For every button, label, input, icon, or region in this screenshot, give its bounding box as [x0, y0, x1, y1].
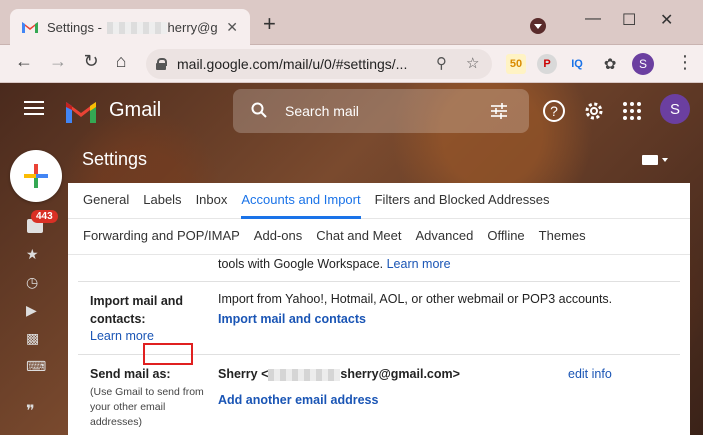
- pinterest-icon[interactable]: P: [537, 54, 557, 74]
- compose-button[interactable]: [10, 150, 62, 202]
- gmail-logo-text: Gmail: [109, 99, 162, 121]
- tab-forwarding-and-pop-imap[interactable]: Forwarding and POP/IMAP: [83, 219, 240, 255]
- apps-grid-icon[interactable]: [620, 99, 644, 123]
- address-bar[interactable]: mail.google.com/mail/u/0/#settings/... ⚲…: [146, 49, 492, 79]
- settings-tabs-row-2: Forwarding and POP/IMAP Add-ons Chat and…: [68, 219, 690, 255]
- edit-info-link[interactable]: edit info: [568, 367, 612, 381]
- sender-email: sherry@gmail.com>: [340, 367, 460, 381]
- svg-text:?: ?: [550, 103, 558, 119]
- meet-video-icon[interactable]: ▩: [26, 330, 44, 346]
- tab-title-prefix: Settings -: [47, 19, 106, 35]
- snoozed-icon[interactable]: ◷: [26, 274, 44, 290]
- tab-accounts-and-import[interactable]: Accounts and Import: [241, 183, 361, 219]
- browser-toolbar: ← → ↻ ⌂ mail.google.com/mail/u/0/#settin…: [0, 45, 703, 83]
- tab-themes[interactable]: Themes: [539, 219, 586, 255]
- new-tab-button[interactable]: +: [263, 13, 276, 35]
- page-title: Settings: [82, 149, 148, 169]
- import-learn-more-link[interactable]: Learn more: [90, 329, 154, 343]
- tab-add-ons[interactable]: Add-ons: [254, 219, 302, 255]
- close-window-icon[interactable]: ✕: [660, 10, 673, 30]
- redacted-text: [106, 22, 167, 35]
- bookmark-star-icon[interactable]: ☆: [466, 54, 479, 72]
- tab-inbox[interactable]: Inbox: [196, 183, 228, 219]
- gmail-favicon-icon: [22, 22, 38, 33]
- extension-honey-icon[interactable]: 50: [506, 54, 526, 74]
- sent-icon[interactable]: ▶: [26, 302, 44, 318]
- tab-general[interactable]: General: [83, 183, 129, 219]
- send-mail-as-label: Send mail as:: [90, 367, 171, 381]
- tab-title: Settings - herry@g: [47, 20, 218, 35]
- settings-gear-icon[interactable]: [582, 99, 606, 123]
- zoom-icon[interactable]: ⚲: [436, 54, 447, 72]
- help-icon[interactable]: ?: [542, 99, 566, 123]
- url-text: mail.google.com/mail/u/0/#settings/...: [177, 56, 408, 72]
- main-menu-icon[interactable]: [24, 101, 44, 115]
- close-tab-icon[interactable]: ✕: [226, 19, 238, 36]
- reload-icon[interactable]: ↻: [78, 51, 104, 72]
- highlight-box: [143, 343, 193, 365]
- email-bracket: <: [257, 367, 269, 381]
- workspace-text: tools with Google Workspace.: [218, 257, 384, 271]
- tab-advanced[interactable]: Advanced: [416, 219, 474, 255]
- sender-name: Sherry: [218, 367, 258, 381]
- tab-title-suffix: herry@g: [167, 19, 218, 35]
- search-options-icon[interactable]: [490, 103, 508, 119]
- browser-tab-strip: Settings - herry@g ✕ + — ☐ ✕: [0, 0, 703, 45]
- search-input[interactable]: Search mail: [285, 103, 359, 119]
- send-as-identity: Sherry < sherry@gmail.com>: [218, 367, 460, 381]
- keyboard-icon[interactable]: ⌨: [26, 358, 46, 374]
- import-description: Import from Yahoo!, Hotmail, AOL, or oth…: [218, 292, 613, 306]
- back-icon[interactable]: ←: [11, 51, 37, 72]
- input-tools-icon[interactable]: [642, 155, 668, 165]
- workspace-row: tools with Google Workspace. Learn more: [218, 257, 451, 271]
- extension-iq-icon[interactable]: IQ: [567, 54, 587, 74]
- settings-tabs-row-1: General Labels Inbox Accounts and Import…: [68, 183, 690, 219]
- tab-offline[interactable]: Offline: [487, 219, 524, 255]
- hangouts-icon[interactable]: ❞: [26, 401, 44, 420]
- search-icon[interactable]: [251, 102, 267, 118]
- account-avatar[interactable]: S: [660, 94, 690, 124]
- tab-chat-and-meet[interactable]: Chat and Meet: [316, 219, 401, 255]
- tab-labels[interactable]: Labels: [143, 183, 181, 219]
- minimize-icon[interactable]: —: [585, 10, 601, 28]
- starred-icon[interactable]: ★: [26, 246, 44, 262]
- settings-panel: General Labels Inbox Accounts and Import…: [68, 183, 690, 435]
- home-icon[interactable]: ⌂: [108, 51, 134, 72]
- workspace-learn-more-link[interactable]: Learn more: [387, 257, 451, 271]
- add-another-email-link[interactable]: Add another email address: [218, 393, 378, 407]
- import-label: Import mail and contacts:: [90, 294, 184, 326]
- browser-profile-avatar[interactable]: S: [632, 53, 654, 75]
- extensions-puzzle-icon[interactable]: ✿: [600, 54, 620, 74]
- unread-count-badge: 443: [31, 210, 58, 223]
- maximize-icon[interactable]: ☐: [622, 10, 636, 30]
- browser-menu-icon[interactable]: ⋮: [676, 53, 694, 71]
- import-mail-and-contacts-link[interactable]: Import mail and contacts: [218, 312, 366, 326]
- search-bar[interactable]: Search mail: [233, 89, 529, 133]
- redacted-text: [268, 368, 341, 381]
- gmail-logo-icon: [66, 102, 96, 123]
- gmail-app: Gmail Search mail ? S 443 ★ ◷ ▶ ▩ ⌨ ❞ Se…: [0, 83, 703, 435]
- browser-tab-settings[interactable]: Settings - herry@g ✕: [10, 9, 250, 45]
- divider: [78, 281, 680, 282]
- lock-icon: [156, 58, 167, 70]
- tab-search-icon[interactable]: [530, 18, 546, 34]
- forward-icon[interactable]: →: [45, 51, 71, 72]
- send-mail-as-help: (Use Gmail to send from your other email…: [90, 386, 204, 428]
- tab-filters-and-blocked-addresses[interactable]: Filters and Blocked Addresses: [375, 183, 550, 219]
- compose-plus-icon: [24, 164, 48, 188]
